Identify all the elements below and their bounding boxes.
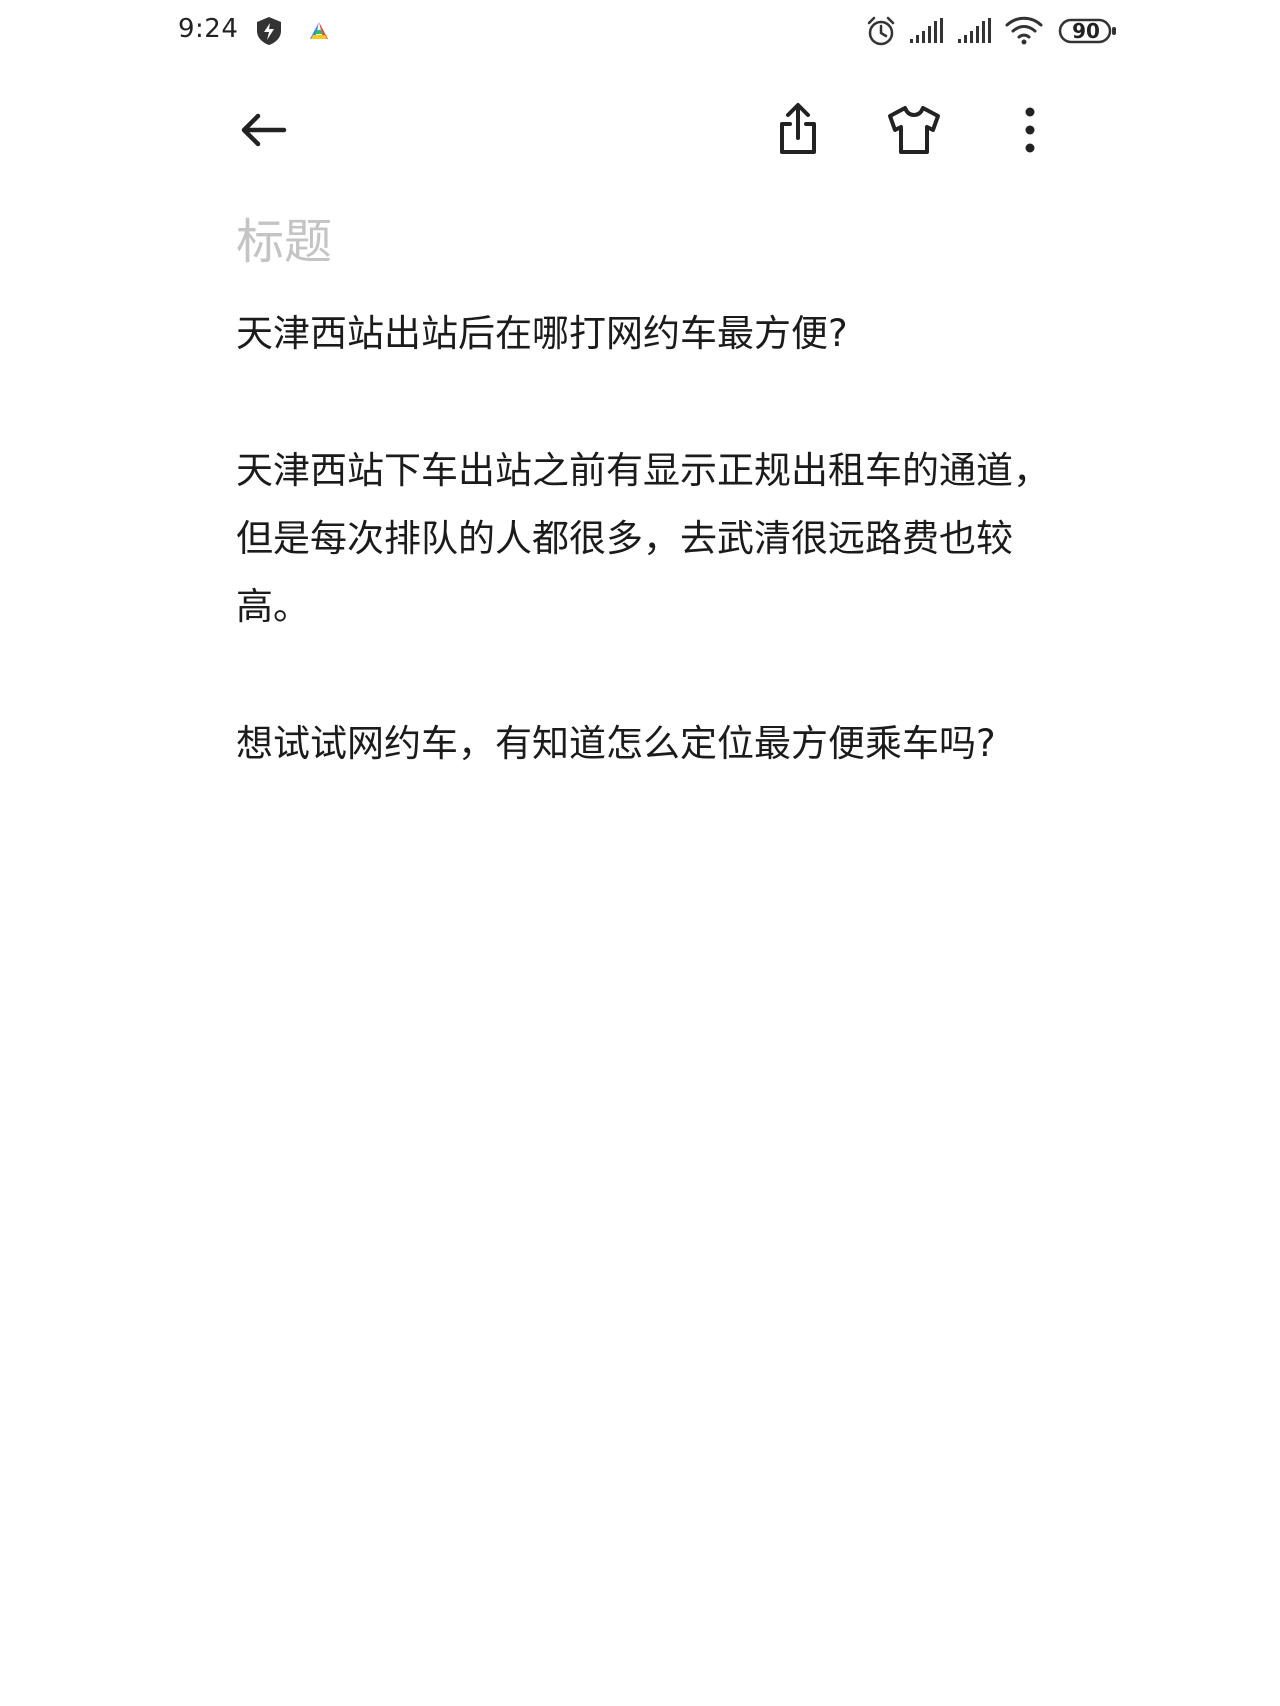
note-title-input[interactable]: 标题 (236, 212, 332, 272)
wifi-icon (1004, 14, 1044, 46)
note-paragraph: 天津西站下车出站之前有显示正规出租车的通道，但是每次排队的人都很多，去武清很远路… (236, 449, 1050, 628)
status-time: 9:24 (178, 14, 239, 44)
battery-level: 90 (1072, 19, 1100, 43)
share-icon (780, 103, 816, 154)
theme-button[interactable] (882, 98, 946, 162)
note-paragraph: 想试试网约车，有知道怎么定位最方便乘车吗? (236, 722, 996, 765)
status-bar: 9:24 90 (0, 0, 1280, 62)
note-paragraph: 天津西站出站后在哪打网约车最方便? (236, 312, 848, 355)
back-button[interactable] (232, 98, 296, 162)
shield-icon (254, 15, 284, 47)
signal-icon (908, 17, 948, 45)
share-button[interactable] (766, 98, 830, 162)
tshirt-icon (888, 106, 940, 154)
app-icon (306, 19, 332, 43)
more-button[interactable] (998, 98, 1062, 162)
back-arrow-icon (241, 113, 287, 147)
alarm-icon (864, 14, 898, 48)
note-body-editor[interactable]: 天津西站出站后在哪打网约车最方便? 天津西站下车出站之前有显示正规出租车的通道，… (236, 300, 1076, 847)
signal-icon (956, 17, 996, 45)
more-vertical-icon (1025, 107, 1035, 153)
